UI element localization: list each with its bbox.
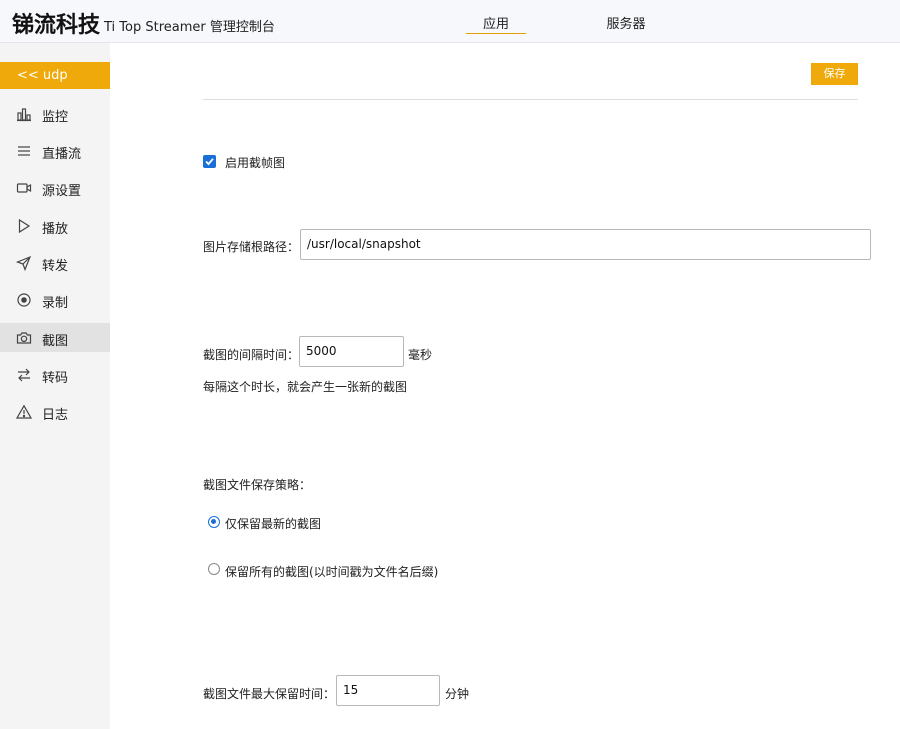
tab-app[interactable]: 应用 [466, 13, 526, 34]
sidebar-item-label: 监控 [42, 110, 69, 125]
sidebar-item-label: 日志 [42, 408, 69, 423]
interval-unit: 毫秒 [408, 348, 433, 362]
play-icon [16, 218, 32, 234]
camera-icon [16, 330, 32, 346]
save-button[interactable]: 保存 [811, 63, 858, 85]
sidebar-item-record[interactable]: 录制 [0, 285, 110, 314]
enable-snapshot-label: 启用截帧图 [225, 156, 286, 170]
sidebar-item-snapshot[interactable]: 截图 [0, 323, 110, 352]
max-retention-label: 截图文件最大保留时间： [203, 687, 336, 701]
sidebar-item-play[interactable]: 播放 [0, 211, 110, 240]
sidebar-item-live-stream[interactable]: 直播流 [0, 136, 110, 165]
sidebar-item-label: 截图 [42, 334, 69, 349]
bar-chart-icon [16, 106, 32, 122]
strategy-label: 截图文件保存策略： [203, 478, 312, 492]
sidebar-item-label: 转码 [42, 371, 69, 386]
brand-logo-text: 锑流科技 [12, 13, 101, 38]
max-retention-input[interactable]: 15 [336, 675, 440, 706]
sidebar-item-label: 转发 [42, 259, 69, 274]
sidebar: << udp 监控 直播流 源设置 播放 转发 录制 截图 转码 日志 [0, 43, 110, 729]
video-camera-icon [16, 180, 32, 196]
warning-icon [15, 404, 33, 420]
interval-hint: 每隔这个时长，就会产生一张新的截图 [203, 380, 408, 394]
swap-icon [16, 367, 32, 383]
tab-server[interactable]: 服务器 [596, 13, 656, 32]
radio-keep-latest-label: 仅保留最新的截图 [225, 517, 322, 531]
sidebar-item-source-settings[interactable]: 源设置 [0, 173, 110, 202]
app-subtitle: Ti Top Streamer 管理控制台 [104, 20, 275, 35]
root-path-input[interactable]: /usr/local/snapshot [300, 229, 871, 260]
sidebar-item-label: 播放 [42, 222, 69, 237]
sidebar-item-forward[interactable]: 转发 [0, 248, 110, 277]
sidebar-item-label: 源设置 [42, 184, 82, 199]
top-header: 锑流科技 Ti Top Streamer 管理控制台 应用 服务器 [0, 0, 900, 43]
send-icon [15, 255, 32, 272]
sidebar-item-monitor[interactable]: 监控 [0, 99, 110, 128]
list-icon [16, 143, 32, 159]
divider [203, 99, 858, 100]
root-path-label: 图片存储根路径： [203, 240, 300, 254]
radio-keep-all-label: 保留所有的截图(以时间戳为文件名后缀) [225, 565, 439, 579]
back-button[interactable]: << udp [0, 62, 110, 89]
interval-input[interactable]: 5000 [299, 336, 404, 367]
checkmark-icon [205, 158, 214, 166]
enable-snapshot-checkbox[interactable] [203, 155, 216, 168]
radio-keep-latest[interactable] [208, 516, 220, 528]
sidebar-item-log[interactable]: 日志 [0, 397, 110, 426]
sidebar-item-label: 直播流 [42, 147, 82, 162]
sidebar-item-label: 录制 [42, 296, 69, 311]
sidebar-item-transcode[interactable]: 转码 [0, 360, 110, 389]
radio-keep-all[interactable] [208, 563, 220, 575]
max-retention-unit: 分钟 [445, 687, 470, 701]
record-icon [16, 292, 32, 308]
interval-label: 截图的间隔时间： [203, 348, 300, 362]
